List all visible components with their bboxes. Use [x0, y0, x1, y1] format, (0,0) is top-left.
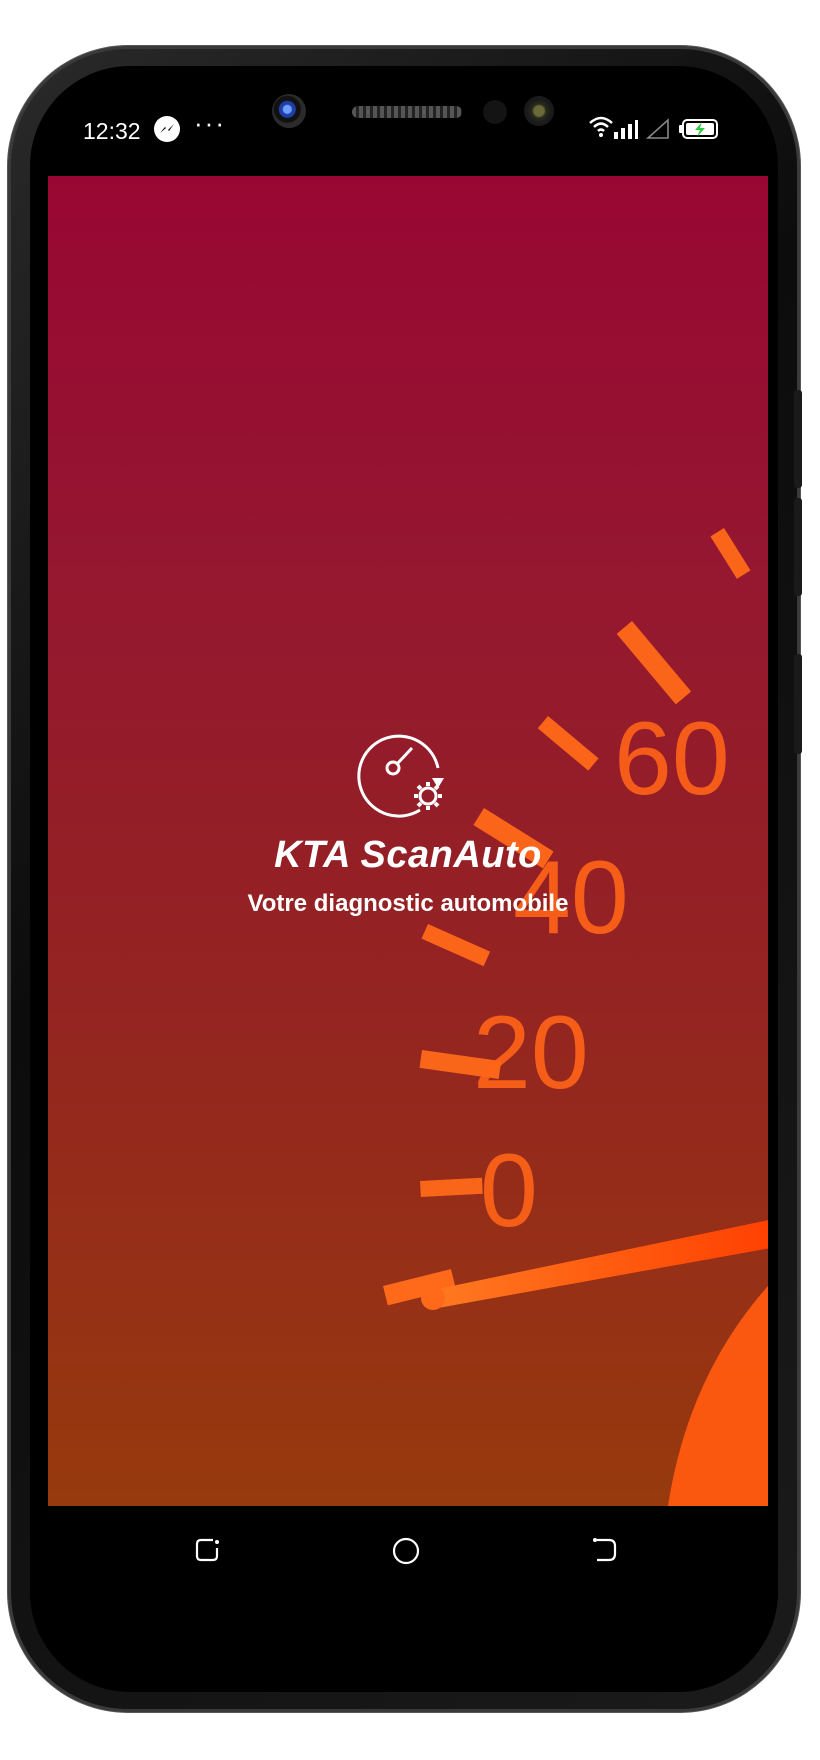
home-icon[interactable]: [391, 1536, 421, 1566]
battery-charging-icon: [679, 119, 718, 139]
signal-icon: [614, 120, 638, 139]
app-name: KTA ScanAuto: [274, 834, 542, 876]
wifi-icon: [589, 116, 613, 137]
gauge-label-0: 0: [480, 1133, 538, 1249]
more-notifications-icon: ···: [194, 108, 226, 138]
recent-apps-icon[interactable]: [193, 1536, 223, 1564]
gauge-gear-icon: [357, 734, 444, 818]
back-icon[interactable]: [591, 1536, 621, 1564]
signal-empty-icon: [646, 118, 669, 139]
status-time: 12:32: [83, 118, 141, 144]
navigation-bar: [48, 1506, 768, 1606]
splash-screen: 0 20 40 60 KTA ScanAuto Votre diagnostic…: [48, 176, 768, 1506]
messenger-icon: [154, 116, 180, 142]
volume-down-button: [794, 498, 802, 596]
gauge-label-60: 60: [614, 701, 730, 817]
power-button: [794, 654, 802, 754]
status-bar: 12:32 ···: [48, 108, 748, 146]
gauge-label-20: 20: [473, 995, 589, 1111]
volume-up-button: [794, 390, 802, 488]
app-tagline: Votre diagnostic automobile: [247, 890, 569, 917]
